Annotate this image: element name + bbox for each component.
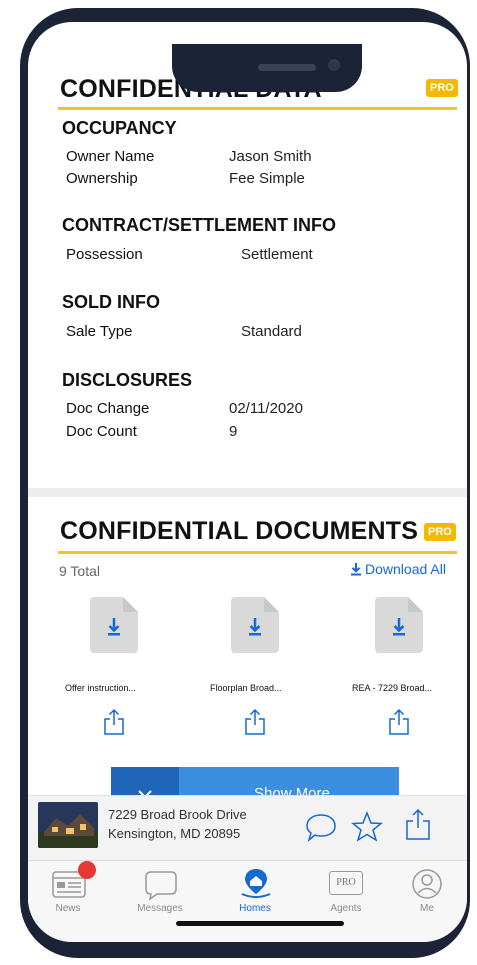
owner-name-value: Jason Smith [229, 148, 312, 165]
sold-info-heading: SOLD INFO [62, 292, 160, 312]
doc-change-value: 02/11/2020 [229, 400, 303, 417]
document-item[interactable] [89, 596, 139, 659]
document-name: Floorplan Broad... [210, 683, 282, 693]
document-item[interactable] [374, 596, 424, 659]
message-icon [145, 871, 177, 901]
section-divider [58, 107, 457, 110]
tab-homes-label: Homes [239, 903, 271, 914]
sale-type-label: Sale Type [66, 323, 133, 340]
documents-total: 9 Total [59, 563, 100, 579]
star-icon[interactable] [350, 810, 384, 844]
doc-count-label: Doc Count [66, 423, 137, 440]
section-divider [58, 551, 457, 554]
section-separator [28, 488, 467, 497]
ownership-label: Ownership [66, 170, 138, 187]
possession-value: Settlement [241, 246, 313, 263]
document-name: Offer instruction... [65, 683, 136, 693]
possession-label: Possession [66, 246, 143, 263]
tab-agents[interactable]: PRO Agents [311, 865, 381, 914]
listing-bar[interactable]: 7229 Broad Brook Drive Kensington, MD 20… [28, 795, 467, 860]
download-all-button[interactable]: Download All [350, 561, 446, 577]
home-indicator [176, 921, 344, 926]
confidential-documents-title: CONFIDENTIAL DOCUMENTS [60, 517, 419, 545]
document-item[interactable] [230, 596, 280, 659]
tab-agents-label: Agents [330, 903, 362, 914]
download-icon [351, 563, 361, 576]
tab-messages[interactable]: Messages [125, 865, 195, 914]
pro-agents-icon: PRO [329, 871, 363, 895]
tab-me-label: Me [420, 903, 434, 914]
ownership-value: Fee Simple [229, 170, 305, 187]
contract-heading: CONTRACT/SETTLEMENT INFO [62, 215, 336, 235]
tab-news-label: News [55, 903, 81, 914]
speaker-grille [258, 64, 316, 71]
share-icon[interactable] [103, 708, 125, 741]
chat-icon[interactable] [304, 812, 338, 844]
download-all-label: Download All [365, 561, 446, 577]
pro-badge: PRO [424, 523, 456, 541]
doc-count-value: 9 [229, 423, 238, 440]
show-more-button[interactable]: Show More [111, 767, 399, 797]
doc-change-label: Doc Change [66, 400, 150, 417]
owner-name-label: Owner Name [66, 148, 155, 165]
occupancy-heading: OCCUPANCY [62, 118, 177, 138]
disclosures-heading: DISCLOSURES [62, 370, 193, 390]
phone-notch [172, 44, 362, 92]
listing-address-line2: Kensington, MD 20895 [108, 826, 241, 841]
share-icon[interactable] [244, 708, 266, 741]
listing-address-line1: 7229 Broad Brook Drive [108, 807, 247, 822]
document-icon [375, 597, 423, 653]
tab-messages-label: Messages [137, 903, 183, 914]
front-camera [328, 59, 340, 71]
sale-type-value: Standard [241, 323, 302, 340]
tab-homes[interactable]: Homes [220, 865, 290, 914]
pro-badge: PRO [426, 79, 458, 97]
tab-news[interactable]: News [33, 861, 103, 914]
document-name: REA - 7229 Broad... [352, 683, 433, 693]
app-screen: CONFIDENTIAL DATA PRO OCCUPANCY Owner Na… [28, 22, 467, 942]
share-icon[interactable] [388, 708, 410, 741]
notification-dot [78, 861, 96, 879]
document-icon [231, 597, 279, 653]
tab-bar: News Messages Homes PRO Agents Me [28, 860, 467, 942]
document-icon [90, 597, 138, 653]
show-more-icon-block [111, 767, 179, 797]
homes-icon [241, 869, 271, 898]
share-icon[interactable] [405, 808, 431, 842]
tab-me[interactable]: Me [392, 865, 462, 914]
house-thumbnail [38, 802, 98, 848]
profile-icon [412, 869, 442, 899]
